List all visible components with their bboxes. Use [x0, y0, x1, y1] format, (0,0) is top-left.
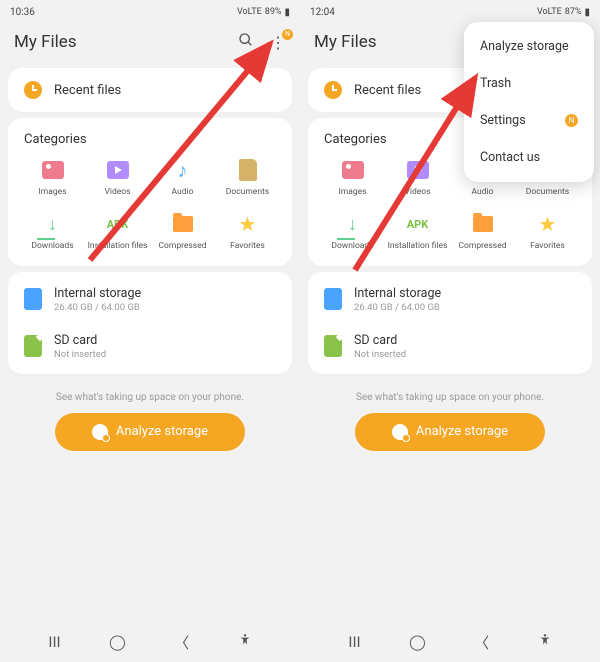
internal-storage-row[interactable]: Internal storage 26.40 GB / 64.00 GB [308, 276, 592, 323]
analyze-icon [92, 424, 108, 440]
nav-home[interactable]: ◯ [409, 633, 426, 651]
audio-icon: ♪ [170, 157, 196, 183]
category-favorites[interactable]: ★Favorites [215, 211, 280, 251]
settings-badge: N [565, 114, 578, 127]
compressed-icon [173, 216, 193, 232]
internal-storage-label: Internal storage [354, 286, 441, 301]
internal-storage-sub: 26.40 GB / 64.00 GB [54, 302, 141, 313]
nav-bar: III ◯ 〈 [300, 622, 600, 662]
apk-icon: APK [405, 211, 431, 237]
compressed-icon [473, 216, 493, 232]
downloads-icon: ↓ [340, 211, 366, 237]
sd-card-icon [324, 335, 342, 357]
search-button[interactable] [238, 32, 254, 52]
analyze-icon [392, 424, 408, 440]
nav-recents[interactable]: III [48, 633, 60, 651]
nav-recents[interactable]: III [348, 633, 360, 651]
sd-card-row[interactable]: SD card Not inserted [8, 323, 292, 370]
category-audio[interactable]: ♪Audio [150, 157, 215, 197]
images-icon [42, 161, 64, 179]
nav-accessibility[interactable] [538, 633, 552, 651]
status-signal: VoLTE [237, 7, 262, 17]
screen-left: 10:36 VoLTE 89% ▮ My Files ⋮ N Recent fi… [0, 0, 300, 662]
menu-settings[interactable]: SettingsN [464, 102, 594, 139]
category-favorites[interactable]: ★Favorites [515, 211, 580, 251]
videos-icon [407, 161, 429, 179]
analyze-storage-button[interactable]: Analyze storage [55, 413, 245, 451]
storage-hint: See what's taking up space on your phone… [300, 392, 600, 403]
category-compressed[interactable]: Compressed [150, 211, 215, 251]
videos-icon [107, 161, 129, 179]
clock-icon [324, 81, 342, 99]
menu-trash[interactable]: Trash [464, 65, 594, 102]
nav-accessibility[interactable] [238, 633, 252, 651]
categories-title: Categories [24, 132, 276, 147]
page-title: My Files [314, 32, 377, 52]
images-icon [342, 161, 364, 179]
nav-back[interactable]: 〈 [174, 632, 189, 653]
sd-card-sub: Not inserted [54, 349, 106, 360]
clock-icon [24, 81, 42, 99]
category-documents[interactable]: Documents [215, 157, 280, 197]
category-downloads[interactable]: ↓Downloads [20, 211, 85, 251]
storage-hint: See what's taking up space on your phone… [0, 392, 300, 403]
nav-home[interactable]: ◯ [109, 633, 126, 651]
analyze-storage-button[interactable]: Analyze storage [355, 413, 545, 451]
status-signal: VoLTE [537, 7, 562, 17]
notification-badge: N [282, 29, 293, 40]
internal-storage-icon [324, 288, 342, 310]
sd-card-sub: Not inserted [354, 349, 406, 360]
nav-back[interactable]: 〈 [474, 632, 489, 653]
sd-card-row[interactable]: SD card Not inserted [308, 323, 592, 370]
favorites-icon: ★ [535, 211, 561, 237]
sd-card-label: SD card [354, 333, 406, 348]
analyze-label: Analyze storage [416, 424, 508, 439]
category-apk[interactable]: APKInstallation files [385, 211, 450, 251]
analyze-label: Analyze storage [116, 424, 208, 439]
battery-icon: ▮ [584, 7, 590, 18]
nav-bar: III ◯ 〈 [0, 622, 300, 662]
status-time: 10:36 [10, 7, 35, 18]
downloads-icon: ↓ [40, 211, 66, 237]
favorites-icon: ★ [235, 211, 261, 237]
categories-card: Categories Images Videos ♪Audio Document… [8, 118, 292, 266]
category-apk[interactable]: APKInstallation files [85, 211, 150, 251]
status-battery: 87% [565, 7, 582, 17]
recent-label: Recent files [354, 83, 421, 98]
more-button[interactable]: ⋮ N [270, 33, 286, 52]
status-bar: 12:04 VoLTE 87% ▮ [300, 0, 600, 24]
page-title: My Files [14, 32, 77, 52]
menu-contact-us[interactable]: Contact us [464, 139, 594, 176]
category-videos[interactable]: Videos [385, 157, 450, 197]
category-images[interactable]: Images [20, 157, 85, 197]
screen-right: 12:04 VoLTE 87% ▮ My Files Analyze stora… [300, 0, 600, 662]
status-battery: 89% [265, 7, 282, 17]
category-downloads[interactable]: ↓Downloads [320, 211, 385, 251]
battery-icon: ▮ [284, 7, 290, 18]
internal-storage-icon [24, 288, 42, 310]
internal-storage-sub: 26.40 GB / 64.00 GB [354, 302, 441, 313]
sd-card-icon [24, 335, 42, 357]
status-time: 12:04 [310, 7, 335, 18]
recent-files-card[interactable]: Recent files [8, 68, 292, 112]
sd-card-label: SD card [54, 333, 106, 348]
internal-storage-row[interactable]: Internal storage 26.40 GB / 64.00 GB [8, 276, 292, 323]
apk-icon: APK [105, 211, 131, 237]
documents-icon [239, 159, 257, 181]
storage-card: Internal storage 26.40 GB / 64.00 GB SD … [308, 272, 592, 374]
menu-analyze-storage[interactable]: Analyze storage [464, 28, 594, 65]
overflow-menu: Analyze storage Trash SettingsN Contact … [464, 22, 594, 182]
category-images[interactable]: Images [320, 157, 385, 197]
status-bar: 10:36 VoLTE 89% ▮ [0, 0, 300, 24]
internal-storage-label: Internal storage [54, 286, 141, 301]
category-videos[interactable]: Videos [85, 157, 150, 197]
storage-card: Internal storage 26.40 GB / 64.00 GB SD … [8, 272, 292, 374]
category-compressed[interactable]: Compressed [450, 211, 515, 251]
recent-label: Recent files [54, 83, 121, 98]
app-header: My Files ⋮ N [0, 24, 300, 62]
